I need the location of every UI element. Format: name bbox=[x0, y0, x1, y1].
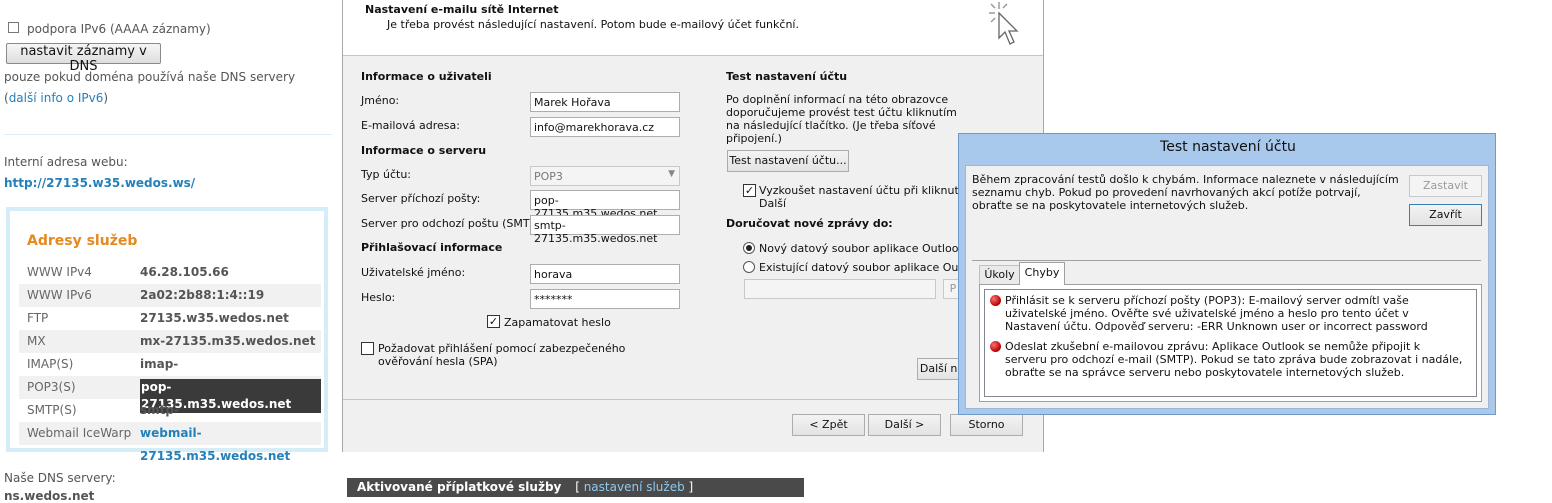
hosting-panel: podpora IPv6 (AAAA záznamy) nastavit záz… bbox=[0, 0, 333, 503]
service-settings-link[interactable]: nastavení služeb bbox=[584, 480, 685, 494]
outgoing-server-label: Server pro odchozí poštu (SMTP): bbox=[361, 217, 545, 230]
chevron-down-icon: ▼ bbox=[668, 169, 675, 179]
password-input[interactable]: ******* bbox=[530, 289, 680, 309]
error-icon bbox=[990, 295, 1001, 306]
email-input[interactable]: info@marekhorava.cz bbox=[530, 117, 680, 137]
dialog-content: Během zpracování testů došlo k chybám. I… bbox=[965, 165, 1489, 409]
wizard-footer: < Zpět Další > Storno bbox=[343, 400, 1043, 452]
errors-panel: Přihlásit se k serveru příchozí pošty (P… bbox=[979, 284, 1482, 402]
paid-services-bar: Aktivované příplatkové služby [ nastaven… bbox=[347, 478, 804, 497]
dialog-title: Test nastavení účtu bbox=[1160, 139, 1296, 155]
existing-data-file-input[interactable] bbox=[744, 279, 936, 299]
name-label: Jméno: bbox=[361, 94, 400, 107]
remember-password-checkbox[interactable]: ✓ bbox=[487, 315, 500, 328]
spa-label: Požadovat přihlášení pomocí zabezpečenéh… bbox=[378, 342, 626, 368]
password-label: Heslo: bbox=[361, 291, 396, 304]
deliver-to-heading: Doručovat nové zprávy do: bbox=[726, 217, 893, 230]
paid-services-title: Aktivované příplatkové služby bbox=[357, 480, 562, 494]
test-settings-heading: Test nastavení účtu bbox=[726, 70, 848, 83]
cancel-button[interactable]: Storno bbox=[950, 414, 1023, 436]
tab-errors[interactable]: Chyby bbox=[1019, 262, 1065, 285]
service-row: IMAP(S)imap-27135.m35.wedos.net bbox=[27, 357, 290, 394]
close-button[interactable]: Zavřít bbox=[1409, 204, 1482, 226]
error-icon bbox=[990, 341, 1001, 352]
stop-button[interactable]: Zastavit bbox=[1409, 175, 1482, 197]
wizard-body: Informace o uživateli Jméno: Marek Hořav… bbox=[343, 56, 1043, 400]
errors-list: Přihlásit se k serveru příchozí pošty (P… bbox=[984, 289, 1477, 397]
service-row: WWW IPv4 46.28.105.66 bbox=[27, 265, 229, 279]
existing-data-file-radio[interactable] bbox=[743, 261, 755, 273]
service-row: WWW IPv6 2a02:2b88:1:4::19 bbox=[19, 284, 321, 307]
username-label: Uživatelské jméno: bbox=[361, 266, 466, 279]
set-dns-records-button[interactable]: nastavit záznamy v DNS bbox=[6, 43, 161, 74]
service-row: POP3(S) pop-27135.m35.wedos.net bbox=[19, 376, 321, 413]
tab-tasks[interactable]: Úkoly bbox=[979, 265, 1020, 284]
service-row: MX mx-27135.m35.wedos.net bbox=[19, 330, 321, 353]
username-input[interactable]: horava bbox=[530, 264, 680, 284]
ipv6-checkbox-label: podpora IPv6 (AAAA záznamy) bbox=[27, 22, 211, 36]
server-info-heading: Informace o serveru bbox=[361, 144, 487, 157]
email-setup-wizard: Nastavení e-mailu sítě Internet Je třeba… bbox=[342, 0, 1044, 452]
ipv6-checkbox[interactable] bbox=[8, 22, 19, 33]
error-item: Odeslat zkušební e-mailovou zprávu: Apli… bbox=[1005, 340, 1463, 379]
new-data-file-radio[interactable] bbox=[743, 242, 755, 254]
login-info-heading: Přihlašovací informace bbox=[361, 241, 503, 254]
services-title: Adresy služeb bbox=[27, 233, 138, 249]
user-info-heading: Informace o uživateli bbox=[361, 70, 492, 83]
internal-address-label: Interní adresa webu: bbox=[4, 155, 128, 169]
next-button[interactable]: Další > bbox=[868, 414, 941, 436]
new-data-file-label: Nový datový soubor aplikace Outlook bbox=[759, 242, 965, 255]
account-type-select[interactable]: POP3 ▼ bbox=[530, 166, 680, 186]
incoming-server-label: Server příchozí pošty: bbox=[361, 192, 481, 205]
service-row: SMTP(S)smtp-27135.m35.wedos.net bbox=[27, 403, 290, 440]
service-row: FTP 27135.w35.wedos.net bbox=[27, 311, 289, 325]
dns-note: pouze pokud doména používá naše DNS serv… bbox=[4, 70, 296, 84]
divider bbox=[4, 134, 332, 135]
existing-data-file-label: Existující datový soubor aplikace Outloo… bbox=[759, 261, 986, 274]
service-row: Webmail IceWarp webmail-27135.m35.wedos.n… bbox=[19, 422, 321, 463]
incoming-server-input[interactable]: pop-27135.m35.wedos.net bbox=[530, 190, 680, 220]
back-button[interactable]: < Zpět bbox=[792, 414, 865, 436]
dialog-divider bbox=[972, 260, 1481, 261]
cursor-sparkle-icon bbox=[989, 2, 1019, 45]
internal-address-link[interactable]: http://27135.w35.wedos.ws/ bbox=[4, 176, 195, 190]
services-box: Adresy služeb WWW IPv4 46.28.105.66 WWW I… bbox=[6, 207, 328, 463]
error-item: Přihlásit se k serveru příchozí pošty (P… bbox=[1005, 294, 1428, 333]
wizard-header: Nastavení e-mailu sítě Internet Je třeba… bbox=[343, 0, 1043, 56]
test-settings-description: Po doplnění informací na této obrazovce … bbox=[726, 93, 957, 145]
dns-server-item: ns.wedos.net bbox=[4, 489, 95, 503]
ipv6-info-link[interactable]: další info o IPv6 bbox=[9, 91, 104, 105]
account-type-label: Typ účtu: bbox=[361, 168, 412, 181]
wizard-title: Nastavení e-mailu sítě Internet bbox=[365, 3, 559, 16]
webmail-link[interactable]: webmail-27135.m35.wedos.net bbox=[140, 422, 321, 468]
test-account-settings-dialog: Test nastavení účtu Během zpracování tes… bbox=[958, 133, 1496, 415]
remember-password-label: Zapamatovat heslo bbox=[504, 316, 611, 329]
outgoing-server-input[interactable]: smtp-27135.m35.wedos.net bbox=[530, 215, 680, 245]
auto-test-checkbox[interactable]: ✓ bbox=[743, 184, 756, 197]
spa-checkbox[interactable] bbox=[361, 342, 374, 355]
email-label: E-mailová adresa: bbox=[361, 119, 460, 132]
test-account-settings-button[interactable]: Test nastavení účtu... bbox=[727, 150, 849, 172]
name-input[interactable]: Marek Hořava bbox=[530, 92, 680, 112]
dns-servers-label: Naše DNS servery: bbox=[4, 471, 116, 485]
ipv6-info-line: (další info o IPv6) bbox=[4, 91, 109, 105]
dialog-message: Během zpracování testů došlo k chybám. I… bbox=[972, 173, 1399, 212]
wizard-subtitle: Je třeba provést následující nastavení. … bbox=[387, 18, 799, 31]
